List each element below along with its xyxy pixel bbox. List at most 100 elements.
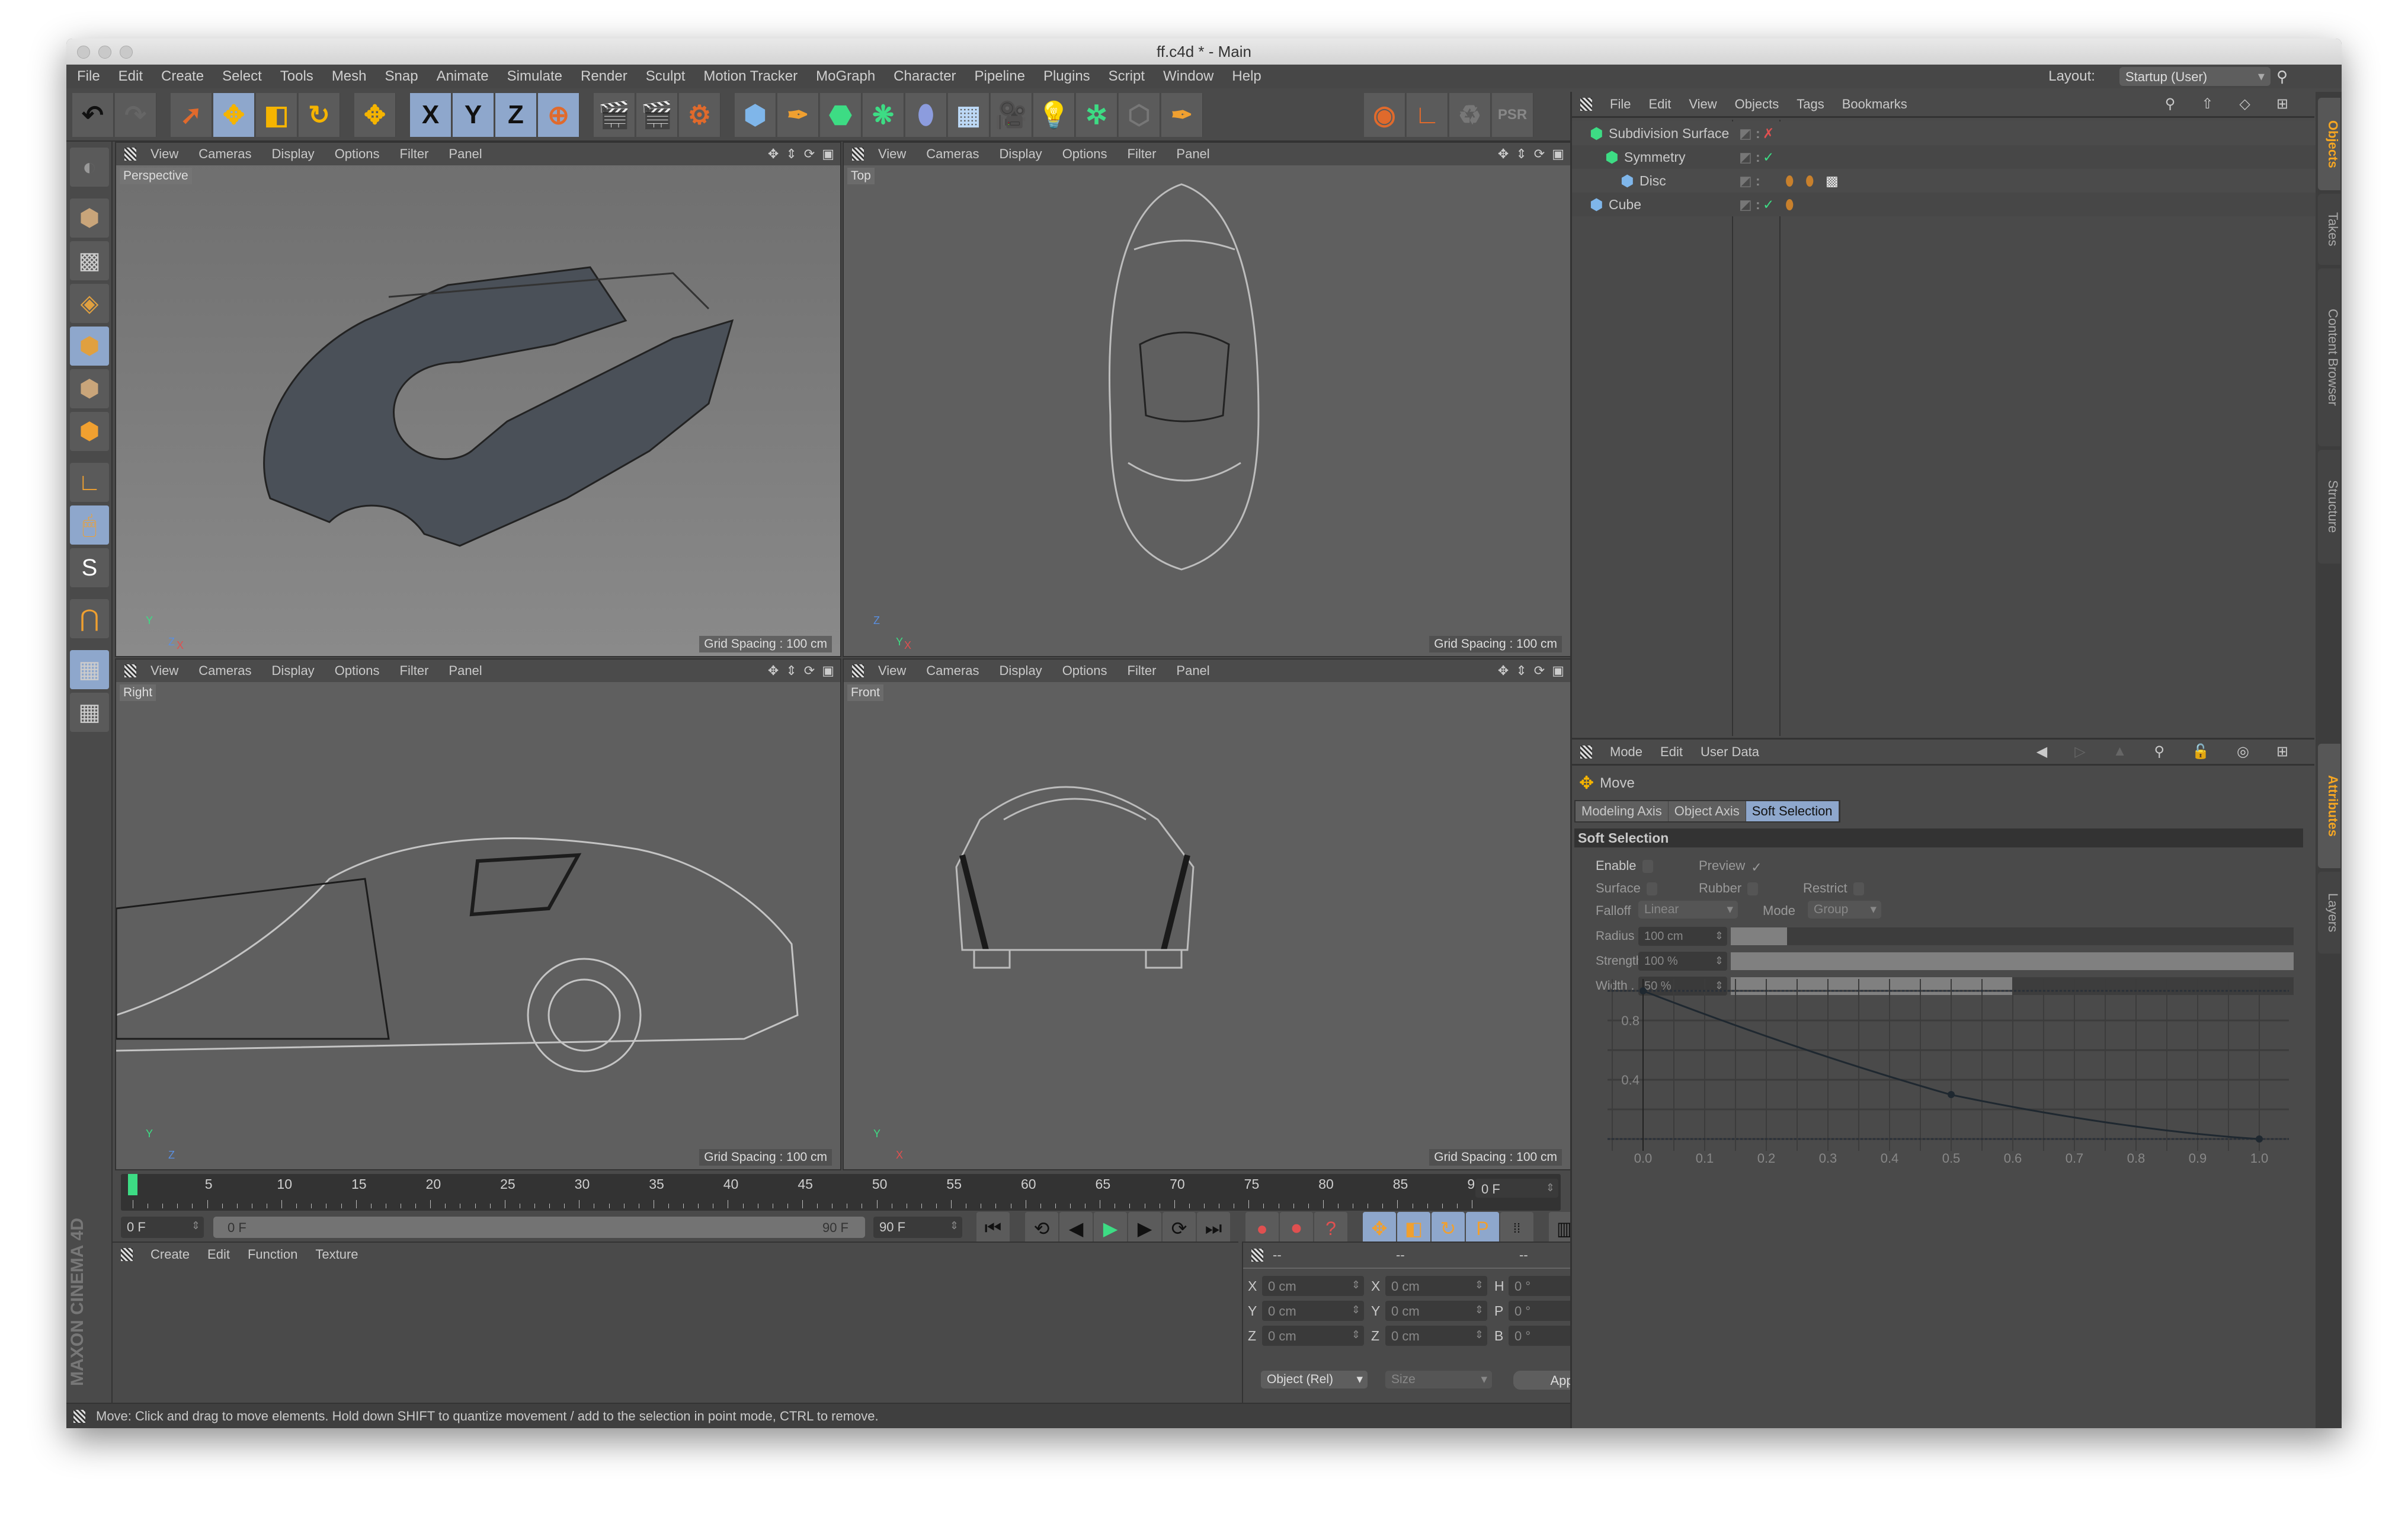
material-menu-create[interactable]: Create xyxy=(150,1247,190,1262)
x-axis-lock-button[interactable]: X xyxy=(410,93,451,137)
end-frame-field[interactable]: 90 F xyxy=(873,1217,962,1238)
menu-animate[interactable]: Animate xyxy=(437,68,489,85)
floor-button[interactable]: ▦ xyxy=(948,93,990,137)
move-button[interactable]: ✥ xyxy=(213,93,255,137)
pan-icon[interactable]: ✥ xyxy=(1498,663,1509,679)
panel-grip-icon[interactable] xyxy=(1580,745,1592,759)
workplane-align-button[interactable]: ▦ xyxy=(70,693,109,732)
sculpt-brush-button[interactable]: ✒ xyxy=(1161,93,1203,137)
menu-edit[interactable]: Edit xyxy=(119,68,143,85)
material-menu-function[interactable]: Function xyxy=(248,1247,297,1262)
edges-mode-button[interactable]: ⬢ xyxy=(70,369,109,408)
start-frame-field[interactable]: 0 F xyxy=(121,1217,204,1238)
zoom-icon[interactable]: ⇕ xyxy=(1516,146,1526,162)
side-tab-content-browser[interactable]: Content Browser xyxy=(2318,268,2340,446)
side-tab-objects[interactable]: Objects xyxy=(2318,98,2340,190)
visibility-dots-icon[interactable]: : xyxy=(1756,149,1760,165)
cube-object-button[interactable]: ⬢ xyxy=(735,93,776,137)
make-editable-button[interactable]: ◐ xyxy=(70,148,109,187)
z-axis-lock-button[interactable]: Z xyxy=(495,93,537,137)
viewport-menu-panel[interactable]: Panel xyxy=(1176,663,1209,679)
autokeying-button[interactable]: ⏺ xyxy=(1280,1212,1313,1245)
menu-help[interactable]: Help xyxy=(1232,68,1261,85)
previous-frame-button[interactable]: ◀ xyxy=(1059,1212,1093,1245)
object-row-symmetry[interactable]: ⬢ Symmetry ◩: ✓ xyxy=(1572,145,2316,169)
viewport-menu-view[interactable]: View xyxy=(878,146,906,162)
workplane-lock-button[interactable]: ▦ xyxy=(70,650,109,689)
polygon-selection-tag-icon[interactable]: ⬮ xyxy=(1785,173,1794,189)
curve-knot[interactable] xyxy=(1948,1091,1955,1098)
last-tool-button[interactable]: ✥ xyxy=(354,93,396,137)
enable-checkbox[interactable]: Enable xyxy=(1596,858,1653,874)
search-icon[interactable]: ⚲ xyxy=(2154,743,2164,760)
record-keys-button[interactable]: ● xyxy=(1245,1212,1279,1245)
viewport-menu-cameras[interactable]: Cameras xyxy=(198,663,251,679)
object-menu-view[interactable]: View xyxy=(1689,97,1717,112)
object-menu-bookmarks[interactable]: Bookmarks xyxy=(1842,97,1907,112)
panel-grip-icon[interactable] xyxy=(1251,1249,1263,1262)
material-menu-texture[interactable]: Texture xyxy=(315,1247,358,1262)
up-arrow-icon[interactable]: ⇧ xyxy=(2201,95,2213,113)
xpresso-button[interactable]: ✲ xyxy=(1076,93,1117,137)
up-arrow-icon[interactable]: ▲ xyxy=(2113,743,2127,760)
panel-grip-icon[interactable] xyxy=(852,148,864,161)
object-menu-file[interactable]: File xyxy=(1610,97,1631,112)
scale-button[interactable]: ◧ xyxy=(256,93,297,137)
radius-field[interactable]: 100 cm xyxy=(1638,927,1727,946)
orbit-icon[interactable]: ⟳ xyxy=(1534,146,1545,162)
texture-mode-button[interactable]: ▩ xyxy=(70,241,109,280)
undo-button[interactable]: ↶ xyxy=(72,93,114,137)
tag-button[interactable]: ⬡ xyxy=(1119,93,1160,137)
restrict-checkbox[interactable]: Restrict xyxy=(1803,881,1864,896)
zoom-icon[interactable]: ⇕ xyxy=(786,146,796,162)
timeline-ruler[interactable]: 051015202530354045505560657075808590 xyxy=(121,1174,1561,1211)
attribute-menu-edit[interactable]: Edit xyxy=(1660,744,1683,760)
record-parameter-button[interactable]: P xyxy=(1466,1212,1499,1245)
viewport-menu-display[interactable]: Display xyxy=(272,146,315,162)
orbit-icon[interactable]: ⟳ xyxy=(804,146,815,162)
menu-pipeline[interactable]: Pipeline xyxy=(975,68,1025,85)
strength-field[interactable]: 100 % xyxy=(1638,952,1727,971)
tab-modeling-axis[interactable]: Modeling Axis xyxy=(1576,801,1669,821)
object-menu-edit[interactable]: Edit xyxy=(1648,97,1671,112)
pen-spline-button[interactable]: ✒ xyxy=(777,93,819,137)
minimize-window-button[interactable] xyxy=(98,46,111,59)
target-icon[interactable]: ◎ xyxy=(2237,743,2249,760)
keyframe-selection-button[interactable]: ? xyxy=(1314,1212,1347,1245)
close-window-button[interactable] xyxy=(77,46,90,59)
material-menu-edit[interactable]: Edit xyxy=(207,1247,230,1262)
visibility-dots-icon[interactable]: : xyxy=(1756,126,1760,142)
orbit-icon[interactable]: ⟳ xyxy=(1534,663,1545,679)
zoom-window-button[interactable] xyxy=(120,46,133,59)
tab-soft-selection[interactable]: Soft Selection xyxy=(1746,801,1839,821)
rotate-button[interactable]: ↻ xyxy=(299,93,340,137)
side-tab-structure[interactable]: Structure xyxy=(2318,450,2340,564)
menu-file[interactable]: File xyxy=(77,68,100,85)
menu-simulate[interactable]: Simulate xyxy=(507,68,562,85)
zoom-icon[interactable]: ⇕ xyxy=(1516,663,1526,679)
preview-checkbox[interactable]: Preview ✓ xyxy=(1699,858,1762,875)
menu-sculpt[interactable]: Sculpt xyxy=(646,68,686,85)
viewport-perspective[interactable]: View Cameras Display Options Filter Panel ✥ ⇕ ⟳ ▣… xyxy=(115,142,841,657)
menu-motion-tracker[interactable]: Motion Tracker xyxy=(703,68,798,85)
render-picture-viewer-button[interactable]: 🎬 xyxy=(636,93,678,137)
maximize-icon[interactable]: ▣ xyxy=(822,663,834,679)
viewport-menu-cameras[interactable]: Cameras xyxy=(926,663,979,679)
phong-tag-icon[interactable]: ⬮ xyxy=(1805,173,1814,189)
attribute-menu-user-data[interactable]: User Data xyxy=(1701,744,1759,760)
disabled-x-icon[interactable]: ✗ xyxy=(1763,126,1774,142)
object-menu-objects[interactable]: Objects xyxy=(1735,97,1779,112)
panel-grip-icon[interactable] xyxy=(124,148,136,161)
enable-axis-button[interactable]: ◉ xyxy=(1364,93,1405,137)
record-rotation-button[interactable]: ↻ xyxy=(1432,1212,1465,1245)
record-scale-button[interactable]: ◧ xyxy=(1397,1212,1430,1245)
forward-arrow-icon[interactable]: ▷ xyxy=(2074,743,2085,760)
solo-button[interactable]: S xyxy=(70,548,109,587)
orbit-icon[interactable]: ⟳ xyxy=(804,663,815,679)
workplane-mode-button[interactable]: ◈ xyxy=(70,284,109,323)
viewport-menu-filter[interactable]: Filter xyxy=(1128,146,1157,162)
modeling-axis-button[interactable]: ∟ xyxy=(1407,93,1448,137)
panel-grip-icon[interactable] xyxy=(852,664,864,677)
coordinate-mode-dropdown[interactable]: Object (Rel) xyxy=(1261,1371,1368,1388)
live-selection-button[interactable]: ➚ xyxy=(171,93,212,137)
